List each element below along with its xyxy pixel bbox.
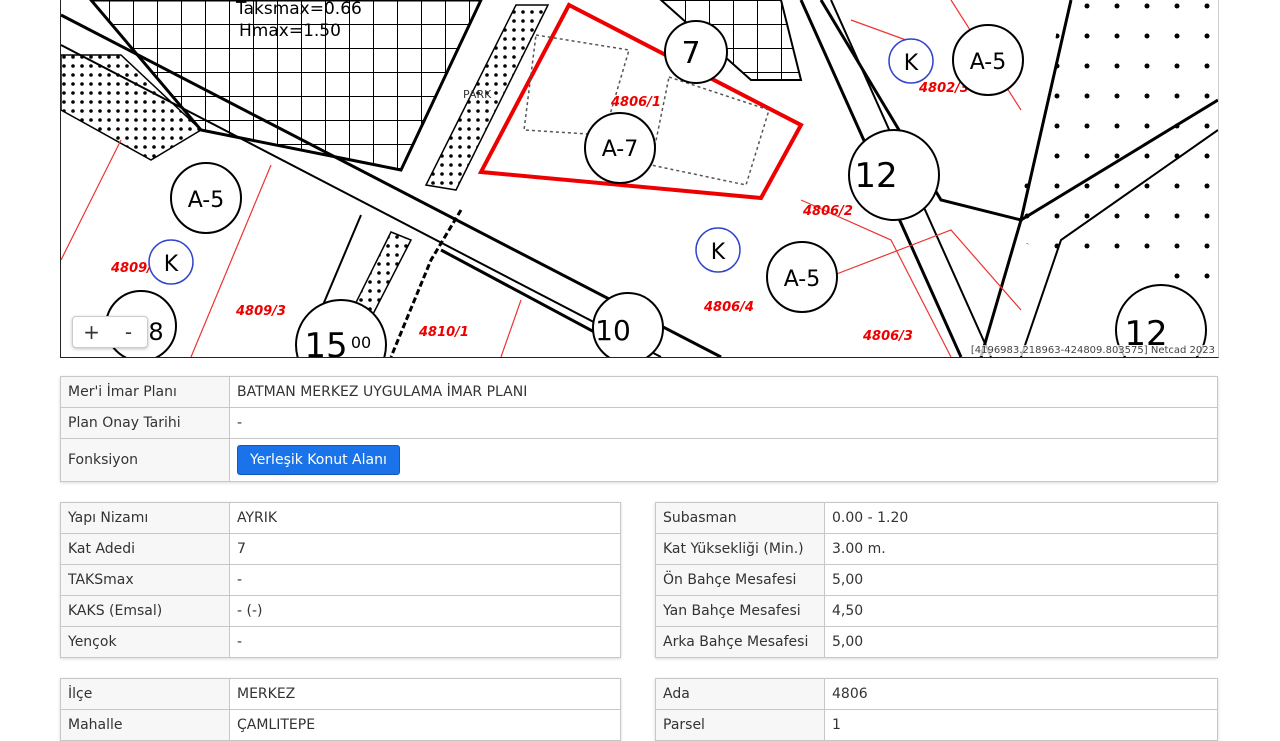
height-number: 8	[148, 318, 163, 346]
building-value: -	[229, 626, 621, 658]
building-table-left: Yapı Nizamı AYRIK Kat Adedi 7 TAKSmax - KAK…	[60, 502, 621, 658]
table-row: Yapı Nizamı AYRIK	[60, 502, 621, 534]
zone-label: A-5	[188, 188, 225, 213]
building-label: TAKSmax	[60, 564, 230, 596]
building-value: 5,00	[824, 626, 1218, 658]
building-value: 4,50	[824, 595, 1218, 627]
zone-label: K	[904, 51, 919, 76]
building-value: 0.00 - 1.20	[824, 502, 1218, 534]
zone-label: A-5	[970, 50, 1007, 75]
taks-label: Taksmax=0.66	[235, 0, 362, 19]
table-row: Yan Bahçe Mesafesi 4,50	[655, 595, 1218, 627]
parcel-label: 4806/3	[862, 329, 913, 344]
plan-value: -	[229, 407, 1218, 439]
height-number: 12	[854, 156, 897, 196]
table-row: Parsel 1	[655, 709, 1218, 741]
location-value: ÇAMLITEPE	[229, 709, 621, 741]
zone-label: A-7	[602, 137, 639, 162]
building-label: Yan Bahçe Mesafesi	[655, 595, 825, 627]
zone-label: A-5	[784, 267, 821, 292]
building-value: AYRIK	[229, 502, 621, 534]
location-label: Ada	[655, 678, 825, 710]
height-number: 15	[304, 326, 347, 357]
building-value: 7	[229, 533, 621, 565]
building-label: Yençok	[60, 626, 230, 658]
building-label: Yapı Nizamı	[60, 502, 230, 534]
building-table-right: Subasman 0.00 - 1.20 Kat Yüksekliği (Min.…	[655, 502, 1218, 658]
zone-label: K	[711, 240, 726, 265]
building-value: - (-)	[229, 595, 621, 627]
table-row: Kat Yüksekliği (Min.) 3.00 m.	[655, 533, 1218, 565]
table-row: Mer'i İmar Planı BATMAN MERKEZ UYGULAMA …	[60, 376, 1218, 408]
hmax-label: Hmax=1.50	[239, 21, 341, 41]
location-label: Parsel	[655, 709, 825, 741]
location-label: İlçe	[60, 678, 230, 710]
location-value: MERKEZ	[229, 678, 621, 710]
park-label: PARK	[463, 88, 492, 101]
table-row: Subasman 0.00 - 1.20	[655, 502, 1218, 534]
parcel-label: 4810/1	[418, 325, 469, 340]
plan-table: Mer'i İmar Planı BATMAN MERKEZ UYGULAMA …	[60, 376, 1218, 482]
plan-label: Fonksiyon	[60, 438, 230, 482]
table-row: KAKS (Emsal) - (-)	[60, 595, 621, 627]
building-label: Kat Yüksekliği (Min.)	[655, 533, 825, 565]
table-row: Mahalle ÇAMLITEPE	[60, 709, 621, 741]
map-attribution: [4196983.218963-424809.803575] Netcad 20…	[969, 345, 1216, 356]
height-sup: 00	[351, 333, 371, 352]
table-row: TAKSmax -	[60, 564, 621, 596]
table-row: Yençok -	[60, 626, 621, 658]
plan-label: Mer'i İmar Planı	[60, 376, 230, 408]
building-label: Kat Adedi	[60, 533, 230, 565]
parcel-label: 4806/1	[610, 95, 661, 110]
function-button[interactable]: Yerleşik Konut Alanı	[237, 445, 400, 475]
building-label: Subasman	[655, 502, 825, 534]
location-table-right: Ada 4806 Parsel 1	[655, 678, 1218, 741]
zoom-out-button[interactable]: -	[110, 318, 147, 346]
parcel-label: 4806/4	[703, 300, 754, 315]
parcel-label: 4809/3	[235, 304, 286, 319]
location-label: Mahalle	[60, 709, 230, 741]
location-table-left: İlçe MERKEZ Mahalle ÇAMLITEPE	[60, 678, 621, 741]
zoom-in-button[interactable]: +	[73, 318, 110, 346]
zoom-control[interactable]: + -	[72, 316, 148, 348]
location-value: 4806	[824, 678, 1218, 710]
height-number: 7	[681, 36, 700, 71]
height-number: 10	[595, 314, 631, 347]
location-value: 1	[824, 709, 1218, 741]
building-label: Ön Bahçe Mesafesi	[655, 564, 825, 596]
table-row: Fonksiyon Yerleşik Konut Alanı	[60, 438, 1218, 482]
zoning-map[interactable]: Taksmax=0.66 Hmax=1.50 PARK 4806/1 4806/…	[60, 0, 1219, 358]
table-row: Kat Adedi 7	[60, 533, 621, 565]
table-row: İlçe MERKEZ	[60, 678, 621, 710]
table-row: Ön Bahçe Mesafesi 5,00	[655, 564, 1218, 596]
building-label: Arka Bahçe Mesafesi	[655, 626, 825, 658]
building-value: 3.00 m.	[824, 533, 1218, 565]
building-label: KAKS (Emsal)	[60, 595, 230, 627]
table-row: Arka Bahçe Mesafesi 5,00	[655, 626, 1218, 658]
zone-label: K	[164, 252, 179, 277]
map-labels: Taksmax=0.66 Hmax=1.50 PARK 4806/1 4806/…	[105, 0, 1207, 357]
plan-value: BATMAN MERKEZ UYGULAMA İMAR PLANI	[229, 376, 1218, 408]
building-value: 5,00	[824, 564, 1218, 596]
table-row: Plan Onay Tarihi -	[60, 407, 1218, 439]
table-row: Ada 4806	[655, 678, 1218, 710]
plan-label: Plan Onay Tarihi	[60, 407, 230, 439]
parcel-label: 4806/2	[802, 204, 853, 219]
plan-value: Yerleşik Konut Alanı	[229, 438, 1218, 482]
building-value: -	[229, 564, 621, 596]
